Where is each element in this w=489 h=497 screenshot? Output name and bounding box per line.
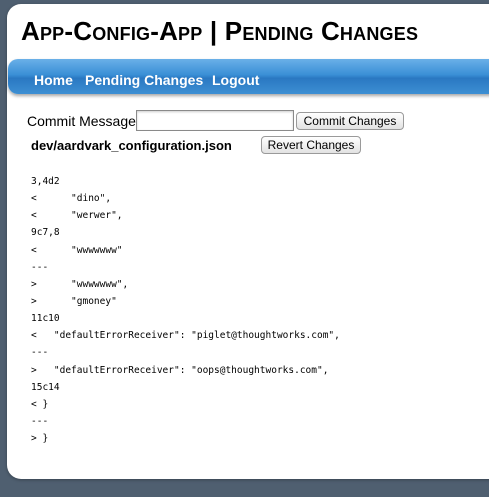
commit-message-label: Commit Message: xyxy=(27,113,140,129)
diff-line: --- xyxy=(31,347,49,359)
diff-line: < "dino", xyxy=(31,193,112,205)
nav-logout-link[interactable]: Logout xyxy=(212,72,259,88)
diff-output: 3,4d2 < "dino", < "werwer", 9c7,8 < "wwwwwww… xyxy=(31,173,340,447)
diff-line: 3,4d2 xyxy=(31,176,60,187)
nav-pending-changes-link[interactable]: Pending Changes xyxy=(85,72,203,88)
diff-line: > "wwwwwww", xyxy=(31,278,129,290)
diff-line: --- xyxy=(31,415,49,427)
commit-message-input[interactable] xyxy=(136,110,294,131)
diff-line: > "gmoney" xyxy=(31,295,117,307)
diff-line: 11c10 xyxy=(31,313,60,325)
diff-line: < "werwer", xyxy=(31,210,123,222)
diff-line: < } xyxy=(31,398,49,410)
diff-line: 9c7,8 xyxy=(31,227,60,239)
diff-line: 15c14 xyxy=(31,381,60,393)
revert-changes-button[interactable]: Revert Changes xyxy=(261,136,361,154)
diff-line: > } xyxy=(31,433,49,445)
diff-line: < "defaultErrorReceiver": "piglet@though… xyxy=(31,330,340,342)
nav-bar: Home Pending Changes Logout xyxy=(8,59,489,94)
file-name: dev/aardvark_configuration.json xyxy=(31,138,232,153)
diff-line: --- xyxy=(31,261,49,273)
diff-line: > "defaultErrorReceiver": "oops@thoughtw… xyxy=(31,364,329,376)
page-title: App-Config-App | Pending Changes xyxy=(21,16,419,46)
commit-changes-button[interactable]: Commit Changes xyxy=(296,112,404,130)
diff-line: < "wwwwwww" xyxy=(31,244,123,256)
nav-home-link[interactable]: Home xyxy=(34,72,73,88)
